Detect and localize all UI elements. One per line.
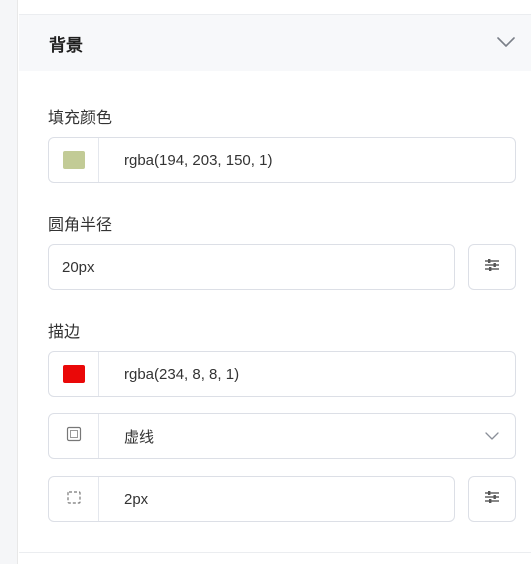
dashed-square-icon [66, 489, 82, 510]
chevron-down-icon[interactable] [483, 427, 501, 445]
background-section-header[interactable]: 背景 [19, 15, 531, 71]
stroke-label: 描边 [48, 322, 81, 341]
stroke-color-swatch[interactable] [62, 365, 85, 383]
stroke-width-input[interactable]: 2px [48, 476, 455, 522]
left-rail [0, 0, 18, 564]
radius-adjust-button[interactable] [468, 244, 516, 290]
style-panel: 背景 填充颜色 rgba(194, 203, 150, 1) 圆角半径 20px [19, 0, 531, 564]
section-title: 背景 [49, 35, 83, 56]
sliders-icon [483, 257, 501, 278]
stroke-style-select[interactable]: 虚线 [48, 413, 516, 459]
fill-color-swatch-cell[interactable] [49, 138, 99, 182]
stroke-color-swatch-cell[interactable] [49, 352, 99, 396]
radius-label: 圆角半径 [48, 215, 113, 234]
square-outline-icon [66, 426, 82, 447]
border-width-cell [49, 477, 99, 521]
fill-color-value: rgba(194, 203, 150, 1) [124, 151, 273, 169]
radius-input[interactable]: 20px [48, 244, 455, 290]
fill-color-swatch[interactable] [62, 151, 85, 169]
stroke-color-input[interactable]: rgba(234, 8, 8, 1) [48, 351, 516, 397]
stroke-style-value: 虚线 [124, 428, 155, 446]
stroke-color-value: rgba(234, 8, 8, 1) [124, 365, 240, 383]
stroke-width-value: 2px [124, 490, 149, 508]
stroke-width-adjust-button[interactable] [468, 476, 516, 522]
border-style-cell [49, 414, 99, 458]
radius-value: 20px [62, 258, 95, 276]
fill-color-label: 填充颜色 [48, 108, 113, 127]
sliders-icon [483, 489, 501, 510]
chevron-up-icon[interactable] [495, 32, 517, 54]
divider [19, 552, 531, 553]
fill-color-input[interactable]: rgba(194, 203, 150, 1) [48, 137, 516, 183]
